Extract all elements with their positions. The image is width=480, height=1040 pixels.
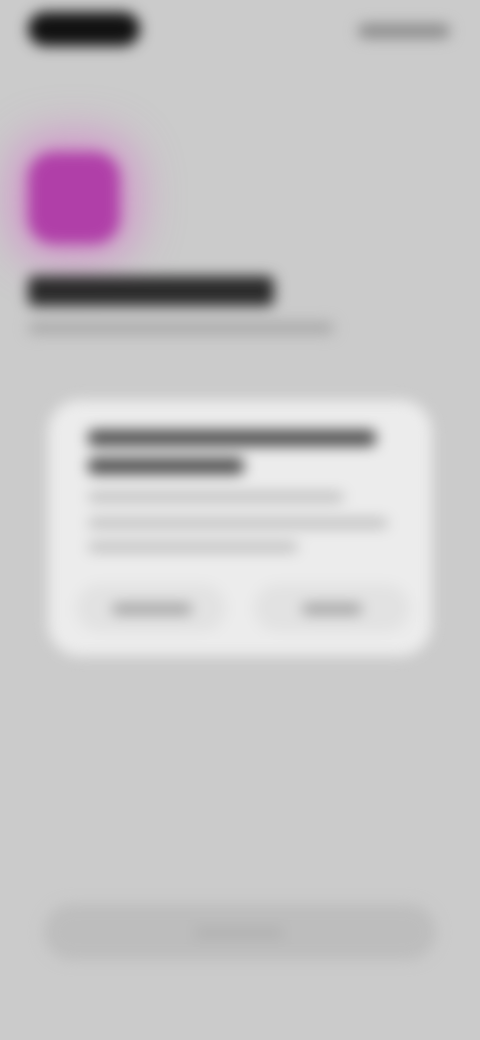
status-bar-icons [358, 24, 450, 38]
permission-dialog [48, 400, 432, 656]
dialog-secondary-button[interactable] [76, 584, 226, 632]
dialog-body-line-3 [88, 542, 298, 552]
dialog-title-line-2 [88, 458, 244, 474]
bottom-continue-button[interactable] [44, 904, 436, 960]
dialog-primary-button[interactable] [254, 584, 410, 632]
dialog-body [88, 492, 344, 502]
dialog-secondary-button-label [112, 604, 192, 614]
dialog-primary-button-label [302, 604, 362, 614]
blurred-screen [0, 0, 480, 1040]
page-subtitle [28, 322, 334, 334]
status-bar-time [28, 12, 140, 46]
bottom-button-label [194, 928, 284, 938]
page-title [28, 276, 274, 306]
app-icon [28, 152, 120, 244]
dialog-body-line-2 [88, 518, 388, 528]
dialog-title [88, 430, 376, 446]
